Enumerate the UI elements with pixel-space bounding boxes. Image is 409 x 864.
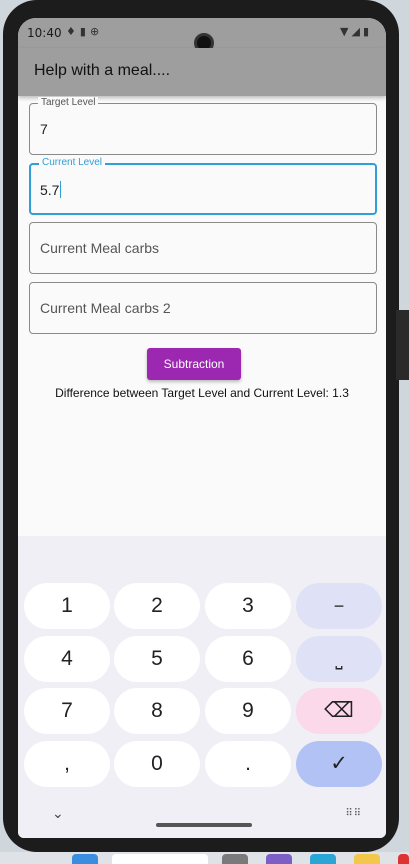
difference-result-text: Difference between Target Level and Curr… (55, 386, 349, 400)
taskbar-app-icon[interactable] (266, 854, 292, 864)
keyboard-switch-icon[interactable]: ⠿⠿ (345, 808, 362, 819)
wifi-icon: ▼ (340, 25, 352, 38)
subtraction-button[interactable]: Subtraction (147, 348, 241, 380)
key-7[interactable]: 7 (24, 688, 110, 734)
taskbar-app-icon[interactable] (222, 854, 248, 864)
key-9[interactable]: 9 (205, 688, 291, 734)
notification-icon: ♦ (66, 25, 80, 38)
key-1[interactable]: 1 (24, 583, 110, 629)
key-minus[interactable]: − (296, 583, 382, 629)
windows-start-icon[interactable] (72, 854, 98, 864)
host-taskbar (0, 852, 409, 864)
target-level-field[interactable]: Target Level 7 (29, 97, 377, 155)
target-level-value: 7 (40, 121, 48, 137)
key-space[interactable]: ⎵ (296, 636, 382, 682)
key-done[interactable]: ✓ (296, 741, 382, 787)
taskbar-app-icon[interactable] (310, 854, 336, 864)
key-comma[interactable]: , (24, 741, 110, 787)
status-time: 10:40 (27, 26, 62, 40)
signal-icon: ◢ (351, 25, 363, 38)
key-2[interactable]: 2 (114, 583, 200, 629)
key-4[interactable]: 4 (24, 636, 110, 682)
space-icon: ⎵ (335, 649, 343, 669)
app-bar: Help with a meal.... (18, 48, 386, 96)
key-8[interactable]: 8 (114, 688, 200, 734)
status-right-icons: ▼◢▮ (340, 25, 372, 38)
globe-icon: ⊕ (89, 25, 104, 38)
key-6[interactable]: 6 (205, 636, 291, 682)
key-3[interactable]: 3 (205, 583, 291, 629)
hide-keyboard-chevron-icon[interactable]: ⌄ (52, 806, 64, 822)
current-level-label: Current Level (39, 157, 106, 168)
key-backspace[interactable]: ⌫ (296, 688, 382, 734)
status-left-icons: ♦▮⊕ (66, 25, 103, 38)
checkmark-icon: ✓ (330, 752, 348, 775)
current-level-value: 5.7 (40, 182, 60, 198)
taskbar-app-icon[interactable] (398, 854, 409, 864)
folder-icon[interactable] (354, 854, 380, 864)
backspace-icon: ⌫ (324, 699, 354, 722)
meal-carbs-2-placeholder: Current Meal carbs 2 (40, 300, 171, 316)
phone-side-button (396, 310, 409, 380)
meal-carbs-2-field[interactable]: Current Meal carbs 2 (29, 282, 377, 334)
battery-icon: ▮ (362, 25, 372, 38)
key-period[interactable]: . (205, 741, 291, 787)
phone-screen: 10:40 ♦▮⊕ ▼◢▮ Help with a meal.... Targe… (18, 18, 386, 838)
current-level-value-wrap: 5.7 (40, 181, 62, 198)
meal-carbs-field[interactable]: Current Meal carbs (29, 222, 377, 274)
current-level-field[interactable]: Current Level 5.7 (29, 157, 377, 215)
gesture-nav-handle[interactable] (156, 823, 252, 827)
key-5[interactable]: 5 (114, 636, 200, 682)
sd-card-icon: ▮ (79, 25, 90, 38)
target-level-label: Target Level (38, 97, 99, 108)
taskbar-search-box[interactable] (112, 854, 208, 864)
meal-carbs-placeholder: Current Meal carbs (40, 240, 160, 256)
key-0[interactable]: 0 (114, 741, 200, 787)
numeric-keyboard: 1 2 3 − 4 5 6 ⎵ 7 8 9 ⌫ , 0 . ✓ ⌄ ⠿⠿ (18, 536, 386, 838)
text-caret (60, 181, 62, 198)
app-title: Help with a meal.... (34, 62, 171, 79)
